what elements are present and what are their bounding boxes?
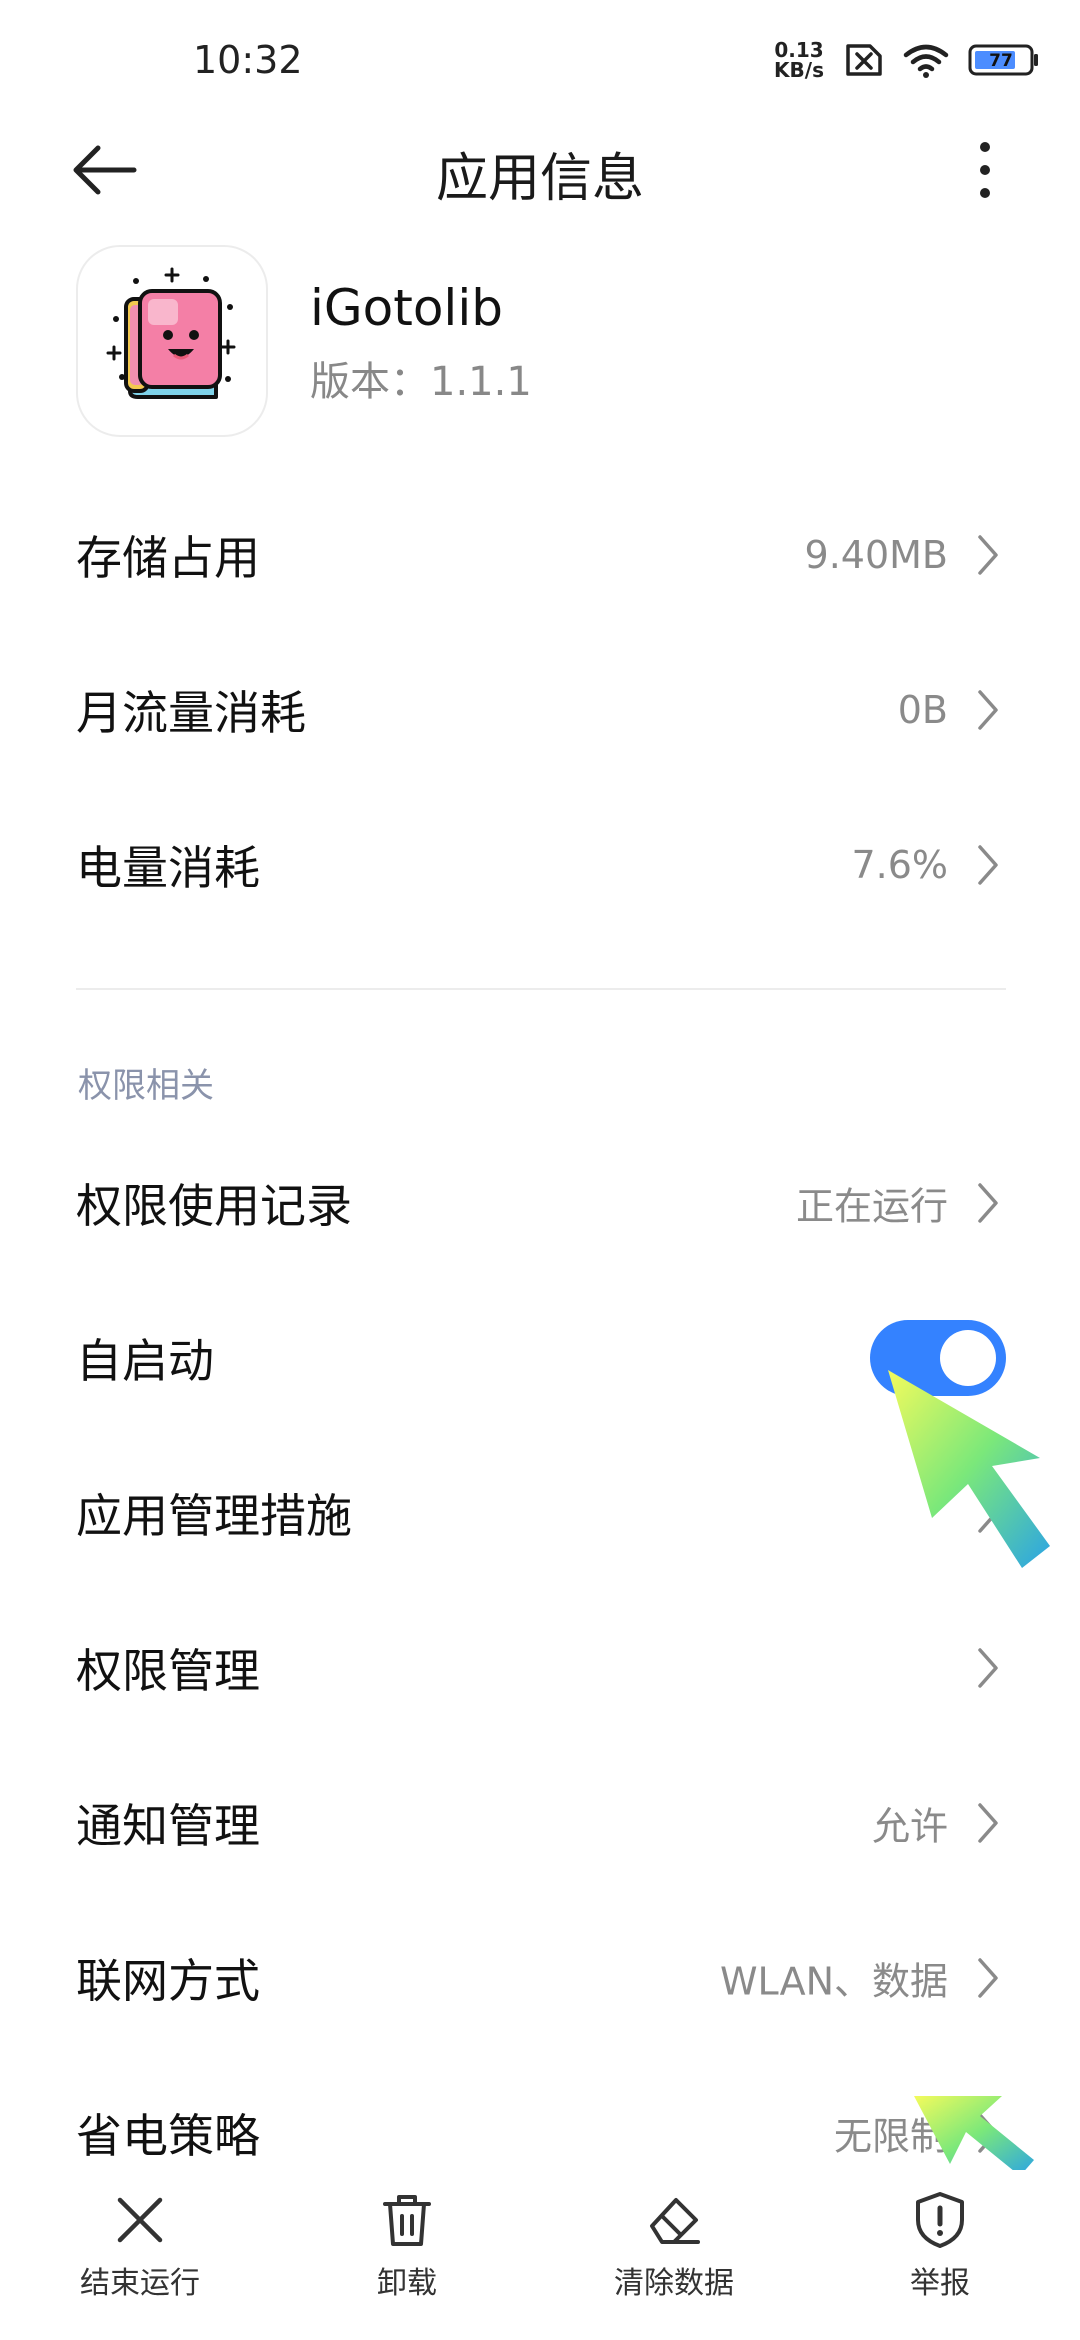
section-header-permissions: 权限相关 [78,1066,214,1106]
toggle-knob [940,1330,996,1386]
row-label: 权限使用记录 [76,1179,352,1233]
row-value: 正在运行 [795,1184,948,1229]
close-icon [117,2197,163,2243]
page-title: 应用信息 [435,149,644,209]
report-button[interactable]: 举报 [840,2190,1040,2320]
row-label: 权限管理 [76,1644,260,1698]
row-value: 0B [897,688,948,732]
wifi-icon [903,44,949,78]
trash-icon [383,2195,431,2246]
clear-data-label: 清除数据 [614,2266,734,2301]
chevron-right-icon [978,1648,998,1688]
app-header: iGotolib 版本：1.1.1 [76,245,1006,437]
app-version-label: 版本： [310,359,430,405]
book-face-app-icon [106,267,236,399]
row-storage[interactable]: 存储占用 9.40MB [76,500,1006,610]
network-speed-unit: KB/s [774,58,824,82]
row-battery-usage[interactable]: 电量消耗 7.6% [76,810,1006,920]
app-version-row: 版本：1.1.1 [310,349,532,407]
network-speed: 0.13 KB/s [774,40,824,80]
row-label: 存储占用 [76,531,260,585]
chevron-right-icon [978,1958,998,1998]
shield-alert-icon [916,2192,964,2248]
battery-level-text: 77 [989,51,1013,71]
uninstall-label: 卸载 [377,2266,437,2301]
chevron-right-icon [978,845,998,885]
status-icons: 0.13 KB/s 77 [774,40,1040,80]
row-monthly-data[interactable]: 月流量消耗 0B [76,655,1006,765]
row-value: 无限制 [833,2114,948,2159]
chevron-right-icon [978,1183,998,1223]
row-app-management[interactable]: 应用管理措施 [76,1458,1006,1568]
row-value: 9.40MB [804,533,948,577]
clear-data-button[interactable]: 清除数据 [574,2190,774,2320]
network-speed-value: 0.13 [774,38,824,62]
status-time: 10:32 [193,38,303,82]
chevron-right-icon [978,535,998,575]
more-vertical-icon [980,142,990,198]
bottom-action-bar: 结束运行 卸载 清除数据 举报 [0,2170,1080,2340]
chevron-right-icon [978,1493,998,1533]
more-options-button[interactable] [960,138,1010,202]
section-divider [76,988,1006,990]
row-label: 应用管理措施 [76,1489,352,1543]
title-bar: 应用信息 [0,120,1080,220]
row-notification-management[interactable]: 通知管理 允许 [76,1768,1006,1878]
row-label: 月流量消耗 [76,686,306,740]
battery-icon: 77 [968,44,1038,76]
no-sim-icon [846,44,882,76]
autostart-toggle[interactable] [870,1320,1006,1396]
row-network-access[interactable]: 联网方式 WLAN、数据 [76,1923,1006,2033]
row-value: 7.6% [851,843,948,887]
row-value: 允许 [871,1804,948,1849]
chevron-right-icon [978,690,998,730]
row-label: 自启动 [76,1334,214,1388]
force-stop-button[interactable]: 结束运行 [40,2190,240,2320]
chevron-right-icon [978,1803,998,1843]
uninstall-button[interactable]: 卸载 [307,2190,507,2320]
report-label: 举报 [910,2266,970,2301]
app-version: 1.1.1 [430,359,532,405]
app-icon [76,245,268,437]
row-label: 通知管理 [76,1799,260,1853]
row-permission-usage-log[interactable]: 权限使用记录 正在运行 [76,1148,1006,1258]
force-stop-label: 结束运行 [80,2266,200,2301]
row-label: 省电策略 [76,2109,260,2163]
row-value: WLAN、数据 [719,1959,948,2004]
status-bar: 10:32 0.13 KB/s 77 [0,0,1080,120]
row-autostart: 自启动 [76,1303,1006,1413]
chevron-right-icon [978,2113,998,2153]
row-label: 联网方式 [76,1954,260,2008]
row-permission-management[interactable]: 权限管理 [76,1613,1006,1723]
row-label: 电量消耗 [76,841,260,895]
eraser-icon [650,2198,700,2244]
app-name: iGotolib [310,279,503,337]
